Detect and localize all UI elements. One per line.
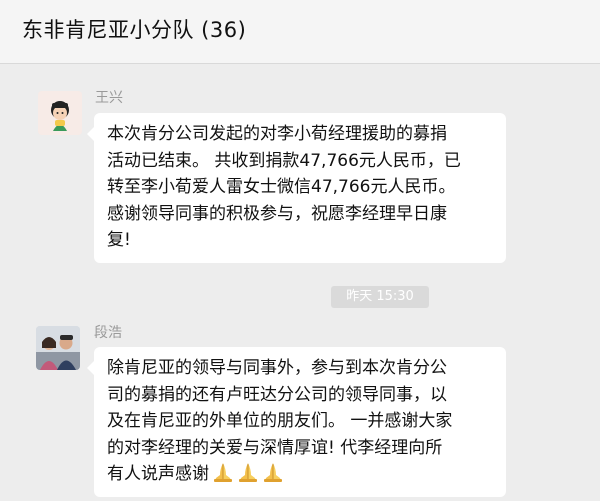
folded-hands-icon xyxy=(212,462,234,491)
chat-title: 东非肯尼亚小分队 (36) xyxy=(22,18,247,42)
avatar-wangxing[interactable] xyxy=(38,91,82,135)
message-text-line: 转至李小荀爱人雷女士微信47,766元人民币。 xyxy=(107,177,456,197)
chat-header: 东非肯尼亚小分队 (36) xyxy=(0,0,600,64)
message-bubble[interactable]: 本次肯分公司发起的对李小荀经理援助的募捐 活动已结束。 共收到捐款47,766元… xyxy=(87,113,506,263)
message-text-line: 有人说声感谢 xyxy=(107,464,209,484)
message-text-line: 除肯尼亚的领导与同事外，参与到本次肯分公 xyxy=(107,358,447,378)
message-text-line: 司的募捐的还有卢旺达分公司的领导同事，以 xyxy=(107,384,447,405)
message-text-line: 本次肯分公司发起的对李小荀经理援助的募捐 xyxy=(107,124,447,144)
avatar-duanhao[interactable] xyxy=(36,326,80,370)
message-list[interactable]: 王兴 本次肯分公司发起的对李小荀经理援助的募捐 活动已结束。 共收到捐款47,7… xyxy=(0,64,600,501)
message-text-line-last: 有人说声感谢 xyxy=(107,461,494,491)
message-bubble[interactable]: 除肯尼亚的领导与同事外，参与到本次肯分公 司的募捐的还有卢旺达分公司的领导同事，… xyxy=(87,347,506,497)
photo-avatar-icon xyxy=(36,326,80,370)
message-text-line: 及在肯尼亚的外单位的朋友们。 一并感谢大家 xyxy=(107,411,453,431)
message-text-line: 的对李经理的关爱与深情厚谊! 代李经理向所 xyxy=(107,437,443,458)
sender-name: 王兴 xyxy=(95,90,123,106)
message-text-line: 活动已结束。 共收到捐款47,766元人民币，已 xyxy=(107,150,461,171)
cartoon-avatar-icon xyxy=(38,91,82,135)
sender-name: 段浩 xyxy=(94,325,122,341)
message-text-line: 感谢领导同事的积极参与，祝愿李经理早日康 xyxy=(107,203,447,224)
folded-hands-icon xyxy=(262,462,284,491)
timestamp-badge: 昨天 15:30 xyxy=(331,286,429,308)
folded-hands-icon xyxy=(237,462,259,491)
message-text-line: 复! xyxy=(107,230,131,250)
